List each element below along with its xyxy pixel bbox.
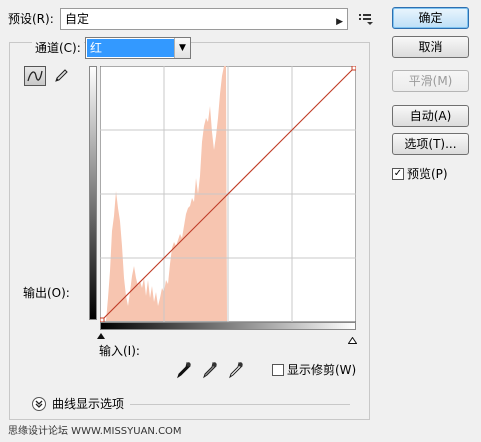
show-clipping-label: 显示修剪(W): [287, 363, 357, 377]
channel-dropdown[interactable]: 红 ▼: [85, 37, 191, 59]
expand-options-button[interactable]: [32, 397, 46, 411]
curve-tool-icon[interactable]: [24, 66, 46, 86]
divider: [130, 404, 350, 405]
options-button[interactable]: 选项(T)...: [392, 133, 469, 155]
channel-label: 通道(C):: [32, 40, 84, 56]
preset-label: 预设(R):: [8, 12, 54, 26]
preview-checkbox[interactable]: ✓: [392, 168, 404, 180]
input-gradient-bar: [100, 322, 356, 330]
black-point-slider[interactable]: [97, 333, 105, 339]
curve-graph[interactable]: [100, 66, 356, 322]
white-eyedropper-icon[interactable]: [228, 361, 244, 382]
curve-display-options-label: 曲线显示选项: [52, 396, 129, 412]
preset-value: 自定: [65, 12, 90, 26]
white-point-slider[interactable]: [347, 333, 358, 347]
smooth-button[interactable]: 平滑(M): [392, 70, 469, 92]
chevron-down-icon: ▶: [336, 17, 343, 27]
double-chevron-down-icon: [35, 400, 43, 408]
auto-button[interactable]: 自动(A): [392, 105, 469, 127]
pencil-tool-icon[interactable]: [50, 66, 72, 86]
black-eyedropper-icon[interactable]: [176, 361, 192, 382]
chevron-down-icon[interactable]: ▼: [174, 38, 190, 58]
cancel-button[interactable]: 取消: [392, 36, 469, 58]
preview-label: 预览(P): [407, 167, 448, 181]
output-label: 输出(O):: [23, 286, 70, 300]
show-clipping-checkbox[interactable]: [272, 364, 284, 376]
output-gradient-bar: [89, 66, 97, 320]
preset-dropdown[interactable]: 自定 ▶: [60, 8, 348, 30]
list-menu-icon[interactable]: [358, 11, 374, 27]
ok-button[interactable]: 确定: [392, 7, 469, 29]
curve-point-white[interactable]: [351, 66, 356, 71]
channel-value: 红: [87, 39, 175, 57]
input-label: 输入(I):: [99, 344, 140, 358]
gray-eyedropper-icon[interactable]: [202, 361, 218, 382]
watermark-text: 思缘设计论坛 WWW.MISSYUAN.COM: [8, 426, 182, 437]
